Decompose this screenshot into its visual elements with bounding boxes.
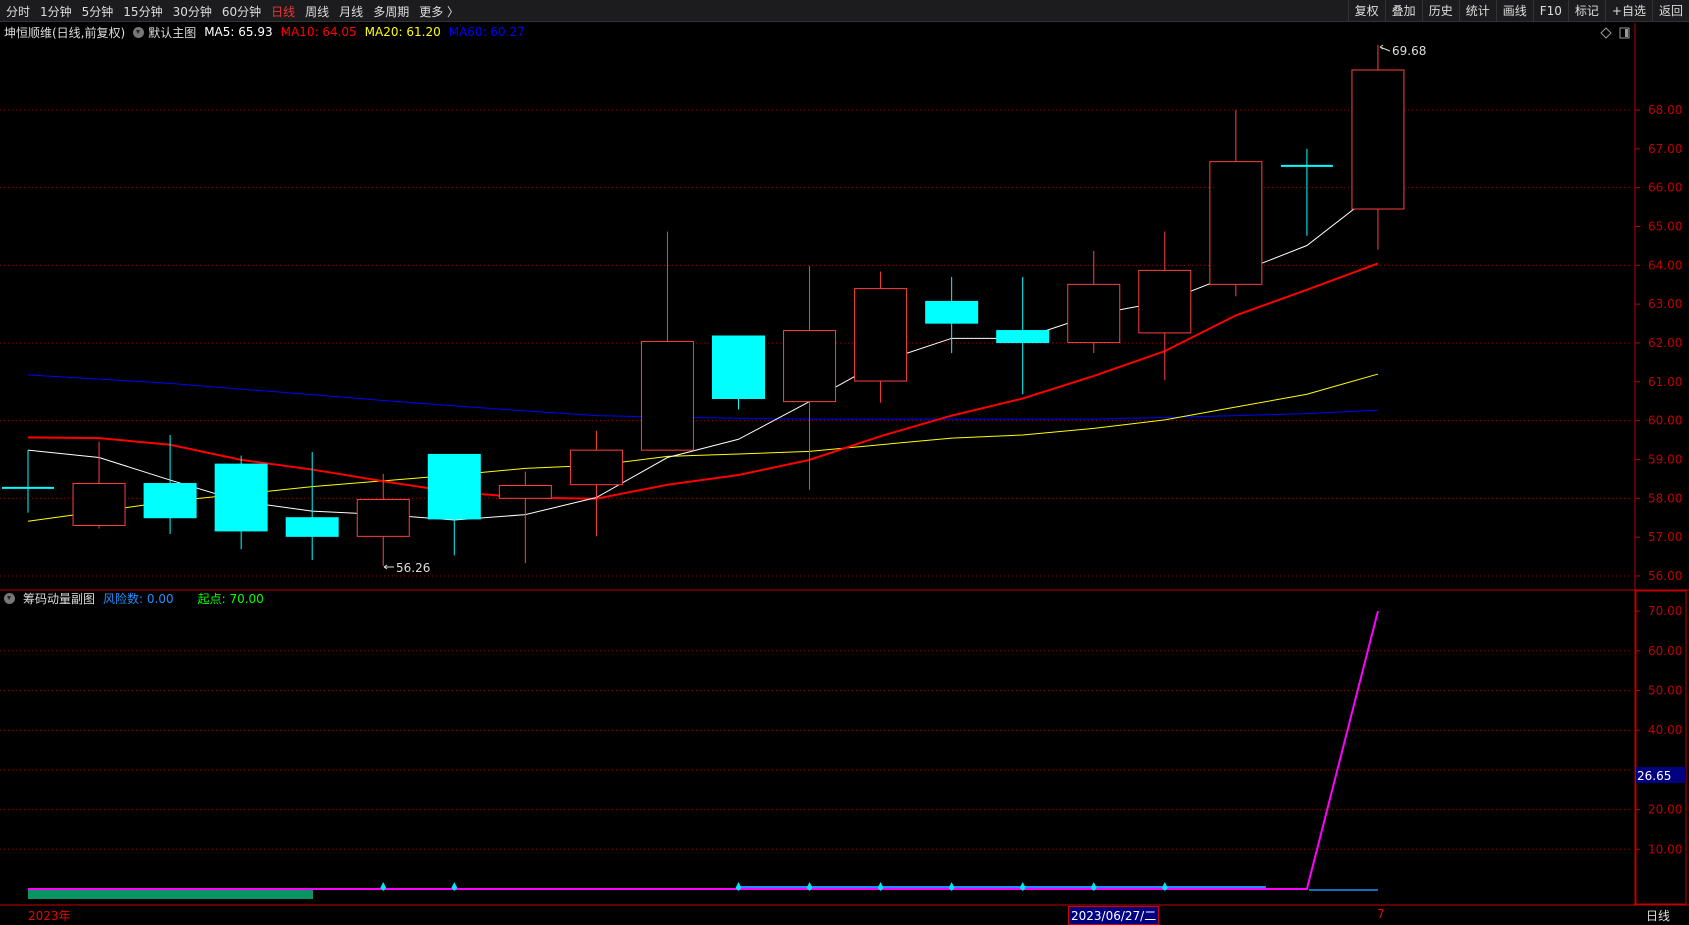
sub-tick-label: 40.00 [1648, 723, 1682, 737]
candle [640, 231, 694, 451]
candle [143, 435, 197, 535]
candle-body [854, 288, 908, 382]
kline-chart[interactable]: 68.00 67.00 66.00 65.00 64.00 63.00 62.00 61.00… [0, 0, 1689, 923]
candle [569, 430, 623, 537]
price-tick-label: 63.00 [1648, 297, 1682, 311]
candle [214, 455, 268, 550]
sub-axis-frame [1635, 590, 1687, 905]
price-tick-label: 66.00 [1648, 181, 1682, 195]
candle [1067, 250, 1121, 354]
month-label: 7 [1377, 907, 1385, 921]
candle-body [925, 300, 979, 324]
candle [72, 441, 126, 529]
layout-toggle-icon[interactable] [1619, 27, 1630, 39]
price-tick-label: 67.00 [1648, 142, 1682, 156]
candle-body [1351, 69, 1405, 210]
candle [1209, 110, 1263, 297]
date-axis: 2023年 2023/06/27/二 7 日线 [0, 906, 1689, 925]
momentum-line [28, 610, 1379, 890]
price-tick-label: 58.00 [1648, 491, 1682, 505]
candle [854, 271, 908, 403]
sub-tick-label: 70.00 [1648, 604, 1682, 618]
candle [2, 450, 54, 513]
price-tick-label: 60.00 [1648, 414, 1682, 428]
sub-tick-label: 60.00 [1648, 644, 1682, 658]
price-tick-label: 68.00 [1648, 103, 1682, 117]
candle-body [1209, 161, 1263, 285]
price-tick-label: 57.00 [1648, 530, 1682, 544]
ma60-line [27, 374, 1378, 420]
high-price-label: 69.68 [1392, 44, 1426, 58]
price-tick-label: 59.00 [1648, 452, 1682, 466]
sub-tick-label: 20.00 [1648, 803, 1682, 817]
candle [712, 335, 765, 410]
high-arrow-icon [1379, 44, 1391, 52]
candle-body [427, 453, 481, 520]
candle-body [356, 498, 410, 537]
year-label: 2023年 [28, 909, 71, 923]
candle-body [640, 340, 694, 451]
candle [783, 266, 837, 490]
candle-body [1067, 283, 1121, 344]
sub-tick-label: 10.00 [1648, 842, 1682, 856]
low-arrow-icon [383, 564, 394, 570]
candle [498, 471, 552, 564]
diamond-icon[interactable] [1600, 27, 1612, 39]
cursor-value: 26.65 [1637, 769, 1671, 783]
candle [996, 276, 1050, 395]
price-tick-label: 56.00 [1648, 569, 1682, 583]
candle-body [214, 463, 268, 532]
price-tick-label: 64.00 [1648, 258, 1682, 272]
price-tick-label: 62.00 [1648, 336, 1682, 350]
candle-body [712, 335, 765, 400]
candle [427, 453, 481, 556]
candle-body [143, 483, 197, 519]
candle-body [1138, 269, 1192, 334]
candle [925, 276, 979, 354]
sub-tick-label: 50.00 [1648, 684, 1682, 698]
candle-body [569, 449, 623, 486]
candle-body [285, 517, 339, 537]
candle-body [72, 483, 126, 526]
cursor-date: 2023/06/27/二 [1068, 906, 1160, 925]
candle [1280, 148, 1333, 236]
period-label[interactable]: 日线 [1646, 907, 1670, 924]
candle-body [498, 484, 552, 499]
price-tick-label: 65.00 [1648, 219, 1682, 233]
candle-body [783, 330, 837, 403]
candle [285, 452, 339, 561]
candle [356, 473, 410, 566]
low-price-label: 56.26 [396, 561, 430, 575]
risk-bar [28, 890, 313, 899]
candle-body [996, 330, 1050, 344]
price-tick-label: 61.00 [1648, 375, 1682, 389]
candle [1351, 44, 1405, 250]
